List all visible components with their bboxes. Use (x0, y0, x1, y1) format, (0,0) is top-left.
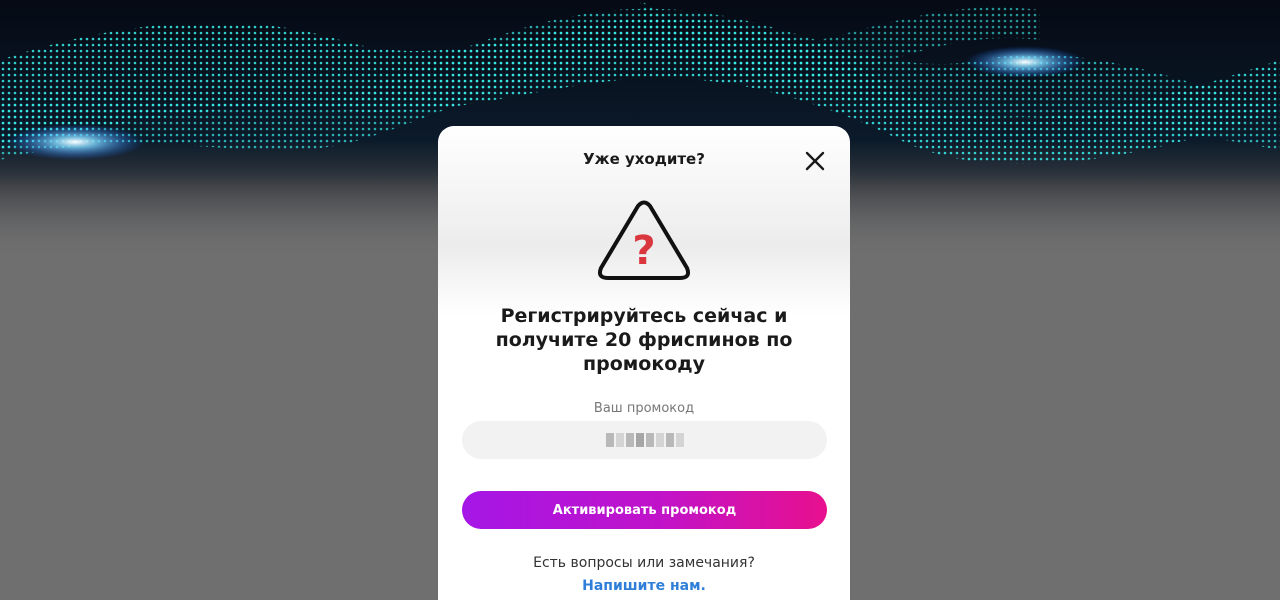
warning-question-icon: ? (597, 200, 691, 280)
svg-text:?: ? (632, 228, 655, 274)
close-icon[interactable] (804, 150, 826, 172)
activate-promo-button[interactable]: Активировать промокод (462, 491, 827, 529)
modal-title: Уже уходите? (583, 150, 705, 168)
promo-code-value-obscured (605, 433, 684, 447)
exit-intent-modal: Уже уходите? ? Регистрируйтесь сейчас и … (438, 126, 850, 600)
contact-us-link[interactable]: Напишите нам. (438, 578, 850, 594)
promo-code-label: Ваш промокод (593, 401, 695, 416)
close-button[interactable] (804, 150, 826, 172)
help-text: Есть вопросы или замечания? (533, 555, 755, 571)
promo-code-field[interactable] (462, 421, 827, 459)
modal-headline: Регистрируйтесь сейчас и получите 20 фри… (495, 305, 793, 375)
